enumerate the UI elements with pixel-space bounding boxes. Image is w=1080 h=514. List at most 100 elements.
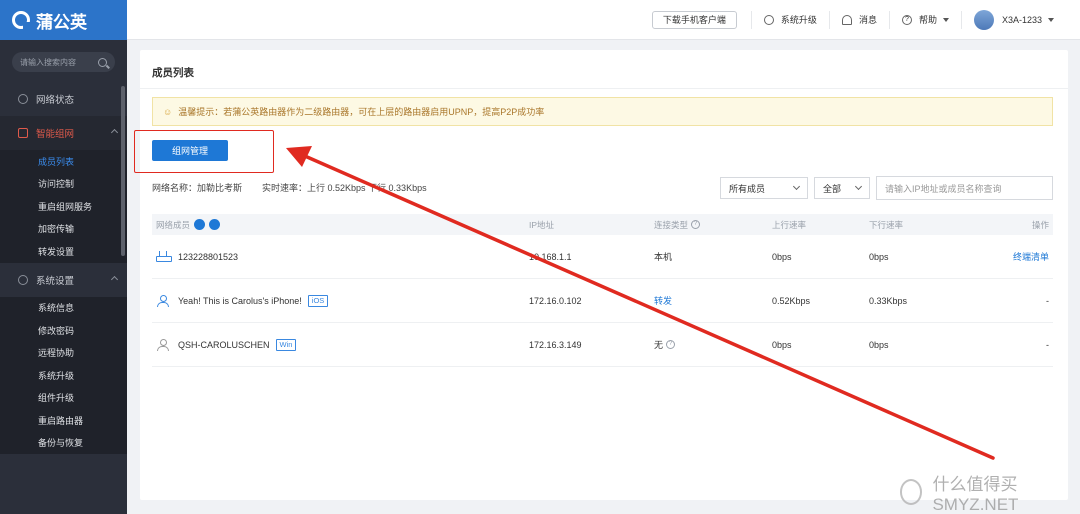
network-info: 网络名称：加勒比考斯 实时速率：上行 0.52Kbps 下行 0.33Kbps bbox=[152, 181, 427, 194]
help-icon[interactable]: ? bbox=[666, 340, 676, 349]
table-row: Yeah! This is Carolus's iPhone! iOS 172.… bbox=[152, 279, 1053, 323]
gear-icon bbox=[18, 274, 28, 285]
member-filter-value: 所有成员 bbox=[729, 183, 766, 194]
router-icon bbox=[156, 250, 172, 263]
sidebar-group-smart-network[interactable]: 智能组网 bbox=[0, 116, 127, 150]
network-icon bbox=[18, 128, 28, 138]
chevron-down-icon bbox=[854, 182, 863, 191]
watermark: 什么值得买 SMYZ.NET bbox=[900, 470, 1080, 514]
avatar bbox=[973, 9, 994, 30]
terminal-list-link[interactable]: 终端清单 bbox=[1013, 250, 1049, 263]
bell-icon bbox=[841, 14, 852, 25]
sidebar-search[interactable] bbox=[12, 52, 115, 72]
help-menu[interactable]: ? 帮助 bbox=[888, 10, 961, 29]
up-cell: 0.52Kbps bbox=[772, 295, 811, 306]
sidebar-item-component-upgrade[interactable]: 组件升级 bbox=[0, 387, 127, 410]
sidebar-item-access-control[interactable]: 访问控制 bbox=[0, 173, 127, 196]
messages-link[interactable]: 消息 bbox=[828, 10, 889, 29]
up-cell: 0bps bbox=[772, 339, 792, 350]
sidebar-group-label: 智能组网 bbox=[36, 129, 75, 140]
upgrade-label: 系统升级 bbox=[780, 15, 817, 25]
messages-label: 消息 bbox=[858, 15, 877, 25]
member-name: Yeah! This is Carolus's iPhone! bbox=[178, 295, 302, 306]
search-icon[interactable] bbox=[98, 57, 107, 67]
chevron-up-icon bbox=[110, 275, 119, 283]
sidebar-item-remote-assist[interactable]: 远程协助 bbox=[0, 342, 127, 365]
col-ip: IP地址 bbox=[529, 219, 555, 230]
help-icon[interactable]: ? bbox=[691, 220, 701, 229]
sidebar-group-system-settings[interactable]: 系统设置 bbox=[0, 263, 127, 297]
device-name: X3A-1233 bbox=[1001, 14, 1042, 25]
sidebar-scrollbar[interactable] bbox=[121, 86, 125, 256]
watermark-logo-icon bbox=[900, 479, 923, 505]
col-member: 网络成员 bbox=[156, 219, 221, 231]
table-row: QSH-CAROLUSCHEN Win 172.16.3.149 无 ? 0bp… bbox=[152, 323, 1053, 367]
os-tag: iOS bbox=[307, 294, 329, 307]
conn-cell[interactable]: 转发 bbox=[654, 294, 672, 307]
down-cell: 0bps bbox=[869, 251, 889, 262]
type-filter-value: 全部 bbox=[823, 183, 842, 194]
caret-down-icon bbox=[1048, 17, 1054, 22]
sidebar-item-system-upgrade[interactable]: 系统升级 bbox=[0, 364, 127, 387]
down-cell: 0bps bbox=[869, 339, 889, 350]
user-menu[interactable]: X3A-1233 bbox=[960, 9, 1066, 30]
member-filter-select[interactable]: 所有成员 bbox=[720, 177, 808, 199]
member-search-input[interactable]: 请输入IP地址或成员名称查询 bbox=[876, 176, 1053, 200]
app-logo[interactable]: 蒲公英 bbox=[0, 0, 127, 40]
person-icon bbox=[156, 294, 170, 307]
sidebar-item-forwarding[interactable]: 转发设置 bbox=[0, 240, 127, 263]
sidebar-item-encryption[interactable]: 加密传输 bbox=[0, 218, 127, 241]
sidebar-group-network-status[interactable]: 网络状态 bbox=[0, 82, 127, 116]
group-icon[interactable] bbox=[194, 219, 206, 230]
col-member-label: 网络成员 bbox=[156, 219, 191, 230]
system-upgrade-link[interactable]: 系统升级 bbox=[750, 10, 829, 29]
col-conn: 连接类型 ? bbox=[654, 219, 701, 231]
ip-cell: 172.16.3.149 bbox=[529, 339, 582, 350]
sidebar-search-input[interactable] bbox=[20, 57, 98, 67]
ip-cell: 10.168.1.1 bbox=[529, 251, 572, 262]
sidebar-item-reboot-router[interactable]: 重启路由器 bbox=[0, 409, 127, 432]
member-cell: QSH-CAROLUSCHEN Win bbox=[156, 338, 297, 351]
sidebar-item-change-password[interactable]: 修改密码 bbox=[0, 319, 127, 342]
conn-cell: 无 ? bbox=[654, 338, 676, 351]
sidebar-group-label: 网络状态 bbox=[36, 95, 75, 106]
action-cell: - bbox=[1046, 339, 1049, 350]
sidebar-item-system-info[interactable]: 系统信息 bbox=[0, 297, 127, 320]
right-edge bbox=[1074, 40, 1080, 514]
up-cell: 0bps bbox=[772, 251, 792, 262]
sidebar: 蒲公英 网络状态 智能组网 成员列表 访问控制 重启组网服务 加密传输 转发设置… bbox=[0, 0, 127, 514]
table-header: 网络成员 IP地址 连接类型 ? 上行速率 下行速率 操作 bbox=[152, 214, 1053, 235]
caret-down-icon bbox=[942, 17, 949, 22]
upgrade-icon bbox=[763, 14, 774, 25]
ip-cell: 172.16.0.102 bbox=[529, 295, 582, 306]
page-title: 成员列表 bbox=[152, 67, 194, 79]
action-cell: - bbox=[1046, 295, 1049, 306]
smile-icon: ☺ bbox=[163, 106, 173, 117]
os-tag: Win bbox=[275, 338, 297, 351]
sidebar-group-label: 系统设置 bbox=[36, 275, 75, 287]
col-conn-label: 连接类型 bbox=[654, 219, 689, 230]
logo-icon bbox=[12, 11, 30, 29]
chevron-up-icon bbox=[110, 128, 119, 137]
tip-text: 温馨提示：若蒲公英路由器作为二级路由器，可在上层的路由器启用UPNP，提高P2P… bbox=[178, 107, 545, 117]
sidebar-item-member-list[interactable]: 成员列表 bbox=[0, 150, 127, 173]
help-label: 帮助 bbox=[918, 15, 937, 25]
watermark-text: 什么值得买 SMYZ.NET bbox=[932, 474, 1019, 514]
type-filter-select[interactable]: 全部 bbox=[814, 177, 870, 199]
sidebar-item-restart-network[interactable]: 重启组网服务 bbox=[0, 195, 127, 218]
sidebar-item-backup-restore[interactable]: 备份与恢复 bbox=[0, 432, 127, 455]
sidebar-network-sublist: 成员列表 访问控制 重启组网服务 加密传输 转发设置 bbox=[0, 150, 127, 263]
col-up: 上行速率 bbox=[772, 219, 807, 230]
user-icon[interactable] bbox=[209, 219, 221, 230]
member-table: 网络成员 IP地址 连接类型 ? 上行速率 下行速率 操作 1232288015… bbox=[152, 214, 1053, 367]
col-down: 下行速率 bbox=[869, 219, 904, 230]
tip-banner: ☺ 温馨提示：若蒲公英路由器作为二级路由器，可在上层的路由器启用UPNP，提高P… bbox=[152, 97, 1053, 126]
download-client-button[interactable]: 下载手机客户端 bbox=[651, 10, 737, 29]
help-icon: ? bbox=[901, 14, 912, 25]
divider bbox=[140, 88, 1068, 89]
conn-value: 无 bbox=[654, 340, 664, 350]
member-list-panel: 成员列表 ☺ 温馨提示：若蒲公英路由器作为二级路由器，可在上层的路由器启用UPN… bbox=[140, 50, 1068, 500]
col-action: 操作 bbox=[1031, 219, 1049, 230]
member-cell: Yeah! This is Carolus's iPhone! iOS bbox=[156, 294, 329, 307]
top-header: 下载手机客户端 系统升级 消息 ? 帮助 X3A-1233 bbox=[127, 0, 1080, 40]
